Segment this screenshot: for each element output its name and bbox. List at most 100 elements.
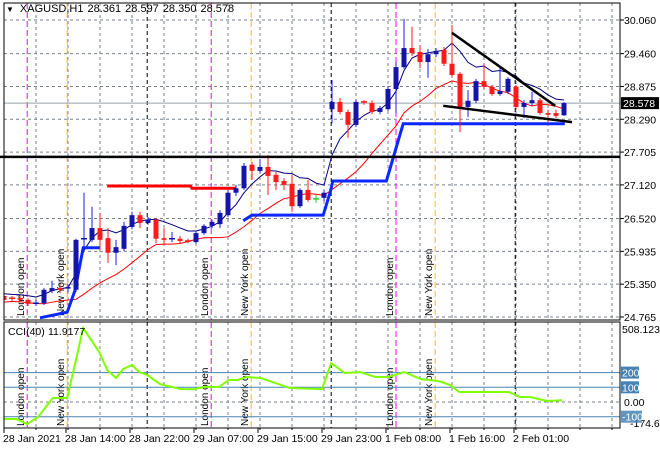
candle-body [25, 299, 31, 304]
candle-body [417, 51, 423, 63]
price-chart[interactable]: London open New York open London open New Y… [0, 0, 660, 450]
candle [401, 18, 407, 69]
time-axis-label: 2 Feb 01:00 [513, 433, 569, 445]
candle [145, 216, 151, 225]
support-step-line [39, 246, 100, 320]
candle-body [113, 247, 119, 253]
candle [257, 159, 263, 174]
candle-body [241, 165, 247, 189]
triangle-down-icon[interactable]: ▼ [6, 5, 14, 14]
candle [361, 100, 367, 105]
candle [473, 78, 479, 104]
resistance-step-line [107, 184, 236, 190]
candle [41, 288, 47, 305]
candle [441, 46, 447, 66]
newyork-session-label: New York open [424, 249, 435, 316]
candle-body [385, 88, 391, 110]
candle [337, 97, 343, 115]
price-axis-label: 28.875 [624, 81, 656, 93]
candle [281, 178, 287, 190]
price-axis-label: 27.120 [624, 180, 656, 192]
price-axis-label: 28.290 [624, 114, 656, 126]
time-axis-label: 29 Jan 15:00 [257, 433, 318, 445]
candle-body [553, 113, 559, 116]
time-axis-label: 1 Feb 08:00 [385, 433, 441, 445]
candle-body [249, 164, 255, 171]
candle-body [545, 113, 551, 115]
time-axis-label: 28 Jan 2021 [3, 433, 61, 445]
candle [113, 239, 119, 266]
candle [265, 155, 271, 195]
candle [465, 90, 471, 118]
candle-body [297, 189, 303, 207]
candle-body [393, 67, 399, 89]
candle-body [137, 215, 143, 224]
candle [225, 189, 231, 217]
time-axis-label: 28 Jan 22:00 [129, 433, 190, 445]
candle [385, 86, 391, 111]
candle [537, 97, 543, 115]
candle [73, 238, 79, 293]
candle-body [321, 192, 327, 198]
candle-body [97, 228, 103, 240]
candle-body [17, 298, 23, 300]
symbol-timeframe: XAGUSD,H1 [19, 3, 84, 15]
chart-header: ▼ XAGUSD,H1 28.361 28.597 28.350 28.578 [6, 3, 234, 15]
candle [185, 238, 191, 244]
candle-body [201, 225, 207, 234]
chart-window[interactable]: London open New York open London open New Y… [0, 0, 660, 450]
upper-moving-average-line [4, 42, 565, 298]
candle [217, 210, 223, 229]
london-session-label: London open [385, 258, 396, 316]
ohlc-open: 28.361 [87, 3, 122, 15]
candle-body [161, 238, 167, 240]
candle [129, 211, 135, 230]
candle-body [529, 100, 535, 104]
cci-value: 11.9177 [48, 326, 85, 338]
candle-body [153, 219, 159, 239]
newyork-session-label: New York open [56, 359, 67, 426]
candle [137, 211, 143, 229]
candle-body [329, 101, 335, 110]
cci-level-label: 200 [622, 368, 640, 380]
price-axis-label: 30.060 [624, 15, 656, 27]
candle [273, 171, 279, 190]
price-axis-label: 25.350 [624, 279, 656, 291]
newyork-session-label: New York open [56, 249, 67, 316]
candle-body [65, 286, 71, 289]
candle-body [89, 228, 95, 240]
candle [377, 105, 383, 115]
candle-body [465, 100, 471, 107]
candle-body [337, 101, 343, 112]
time-axis-label: 29 Jan 07:00 [193, 433, 254, 445]
candle [513, 85, 519, 110]
candle [177, 235, 183, 244]
candle-body [257, 166, 263, 171]
newyork-session-label: New York open [424, 359, 435, 426]
candle-body [305, 189, 311, 201]
candle-body [409, 48, 415, 54]
newyork-session-label: New York open [240, 249, 251, 316]
candle [169, 232, 175, 243]
candle-body [121, 225, 127, 249]
candle-body [193, 233, 199, 243]
candle-body [289, 183, 295, 207]
current-price-label: 28.578 [623, 98, 655, 110]
price-axis-label: 25.935 [624, 246, 656, 258]
candle [161, 228, 167, 245]
candle-body [177, 238, 183, 241]
cci-line [4, 325, 563, 426]
cci-axis-zero: 0.00 [624, 397, 645, 409]
candle [561, 102, 567, 116]
candle-body [233, 188, 239, 193]
candle-body [513, 86, 519, 107]
candle [353, 99, 359, 128]
candle-body [73, 239, 79, 290]
price-axis-label: 29.460 [624, 49, 656, 61]
candle-body [537, 100, 543, 114]
candle [121, 221, 127, 252]
candle [33, 299, 39, 307]
london-session-label: London open [16, 258, 27, 316]
cci-plot: London open New York open London open New Y… [4, 322, 620, 428]
time-axis-label: 1 Feb 16:00 [449, 433, 505, 445]
